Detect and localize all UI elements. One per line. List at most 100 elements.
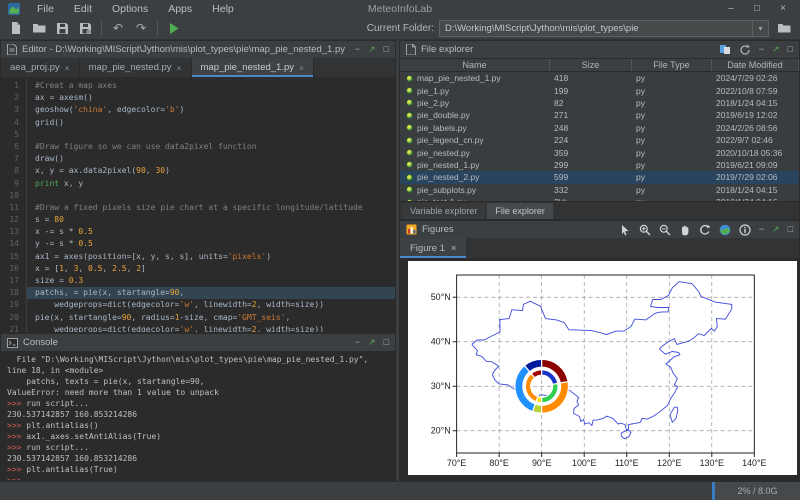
panel-maximize-icon[interactable]: □ [788, 45, 793, 54]
close-icon[interactable]: × [451, 243, 457, 254]
close-button[interactable]: × [770, 1, 796, 17]
table-row[interactable]: pie_nested.py359py2020/10/18 05:36 [400, 146, 799, 158]
column-header[interactable]: File Type [632, 59, 712, 71]
table-row[interactable]: pie_subplots.py332py2018/1/24 04:15 [400, 184, 799, 196]
current-folder-input[interactable] [440, 21, 752, 36]
file-name-cell: pie_1.py [400, 86, 550, 96]
file-name: pie_legend_cn.py [417, 135, 484, 145]
editor-tab[interactable]: map_pie_nested.py × [80, 58, 192, 77]
code-token: geoshow( [35, 105, 74, 114]
panel-float-icon[interactable]: ↗ [772, 45, 780, 54]
figure-canvas-area[interactable]: 70°E80°E90°E100°E110°E120°E130°E140°E20°… [400, 259, 799, 480]
explorer-tab-inactive[interactable]: Variable explorer [402, 203, 485, 219]
menu-item-edit[interactable]: Edit [65, 2, 101, 16]
identify-tool-icon[interactable] [739, 224, 751, 236]
svg-text:50°N: 50°N [431, 292, 451, 302]
panel-minimize-icon[interactable]: − [355, 45, 360, 54]
file-date-cell: 2019/7/29 02:06 [712, 172, 799, 182]
close-icon[interactable]: × [177, 63, 182, 73]
panel-maximize-icon[interactable]: □ [788, 225, 793, 234]
column-header[interactable]: Date Modified [712, 59, 799, 71]
menu-item-help[interactable]: Help [203, 2, 243, 16]
file-size-cell: 199 [550, 86, 632, 96]
memory-indicator[interactable]: 2% / 8.0G [712, 482, 800, 500]
file-date-cell: 2022/9/7 02:46 [712, 135, 799, 145]
main-area: Editor - D:\Working\MIScript\Jython\mis\… [0, 40, 800, 481]
menu-item-file[interactable]: File [28, 2, 63, 16]
table-row[interactable]: pie_nested_1.py299py2019/6/21 09:09 [400, 159, 799, 171]
folder-dropdown-button[interactable]: ▾ [752, 21, 768, 36]
editor-panel: Editor - D:\Working\MIScript\Jython\mis\… [0, 40, 396, 333]
console-line: >>> plt.antialias(True) [7, 464, 395, 475]
close-icon[interactable]: × [299, 63, 304, 73]
panel-minimize-icon[interactable]: − [355, 338, 360, 347]
panel-maximize-icon[interactable]: □ [384, 338, 389, 347]
table-row[interactable]: pie_1.py199py2022/10/8 07:59 [400, 84, 799, 96]
file-name-cell: pie_2.py [400, 98, 550, 108]
figures-header: Figures − ↗ □ [400, 221, 799, 238]
table-row[interactable]: pie_double.py271py2019/6/19 12:02 [400, 109, 799, 121]
code-token: , [180, 288, 185, 297]
minimize-button[interactable]: – [718, 1, 744, 17]
file-explorer-panel: File explorer − ↗ □ NameSizeFile TypeDat… [399, 40, 800, 220]
file-name-cell: pie_subplots.py [400, 185, 550, 195]
rotate-tool-icon[interactable] [699, 224, 711, 236]
editor-tab[interactable]: map_pie_nested_1.py× [192, 58, 314, 77]
figure-tab[interactable]: Figure 1 × [400, 238, 466, 258]
console-line: >>> run script... [7, 398, 395, 409]
table-row[interactable]: pie_legend_cn.py224py2022/9/7 02:46 [400, 134, 799, 146]
table-row[interactable]: pie_2.py82py2018/1/24 04:15 [400, 97, 799, 109]
file-name: pie_nested_1.py [417, 160, 479, 170]
column-header[interactable]: Size [550, 59, 632, 71]
menu-item-options[interactable]: Options [103, 2, 157, 16]
menu-item-apps[interactable]: Apps [159, 2, 201, 16]
figure-canvas[interactable]: 70°E80°E90°E100°E110°E120°E130°E140°E20°… [408, 261, 797, 475]
full-extent-globe-icon[interactable] [719, 224, 731, 236]
code-token: x = [ [35, 264, 59, 273]
refresh-icon[interactable] [739, 44, 751, 56]
file-type-cell: py [632, 160, 712, 170]
editor-tab[interactable]: aea_proj.py× [1, 58, 80, 77]
table-row[interactable]: map_pie_nested_1.py418py2024/7/29 02:26 [400, 72, 799, 84]
maximize-button[interactable]: □ [744, 1, 770, 17]
panel-minimize-icon[interactable]: − [759, 225, 764, 234]
file-date-cell: 2022/10/8 07:59 [712, 86, 799, 96]
new-file-button[interactable] [6, 19, 26, 38]
console-line: patchs, texts = pie(x, startangle=90, [7, 376, 395, 387]
save-button[interactable] [52, 19, 72, 38]
file-explorer-title: File explorer [421, 44, 714, 55]
console-output[interactable]: File "D:\Working\MIScript\Jython\mis\plo… [1, 351, 395, 480]
table-row[interactable]: pie_nested_2.py599py2019/7/29 02:06 [400, 171, 799, 183]
panel-float-icon[interactable]: ↗ [368, 338, 376, 347]
file-size-cell: 82 [550, 98, 632, 108]
panel-float-icon[interactable]: ↗ [772, 225, 780, 234]
pan-tool-icon[interactable] [679, 224, 691, 236]
pointer-tool-icon[interactable] [619, 224, 631, 236]
table-row[interactable]: pie_labels.py248py2024/2/26 08:56 [400, 122, 799, 134]
editor-tab-label: map_pie_nested.py [89, 62, 172, 73]
code-line: geoshow('china', edgecolor='b') [27, 104, 395, 116]
run-script-button[interactable] [164, 19, 184, 38]
save-all-button[interactable] [75, 19, 95, 38]
panel-maximize-icon[interactable]: □ [384, 45, 389, 54]
close-icon[interactable]: × [65, 63, 70, 73]
editor-tab-bar: aea_proj.py×map_pie_nested.py×map_pie_ne… [1, 58, 395, 78]
code-token: ax = axesm() [35, 93, 93, 102]
open-file-button[interactable] [29, 19, 49, 38]
file-size-cell: 599 [550, 172, 632, 182]
zoom-in-tool-icon[interactable] [639, 224, 651, 236]
redo-button[interactable]: ↷ [131, 19, 151, 38]
column-header[interactable]: Name [400, 59, 550, 71]
undo-icon: ↶ [113, 22, 123, 34]
panel-float-icon[interactable]: ↗ [368, 45, 376, 54]
explorer-tab-active[interactable]: File explorer [487, 203, 553, 219]
zoom-out-tool-icon[interactable] [659, 224, 671, 236]
current-folder-combo: ▾ [439, 20, 769, 37]
svg-text:40°N: 40°N [431, 337, 451, 347]
undo-button[interactable]: ↶ [108, 19, 128, 38]
compare-files-icon[interactable] [719, 44, 731, 55]
code-token: , [64, 264, 74, 273]
code-area[interactable]: 123456789101112131415161718192021 #Creat… [1, 78, 395, 332]
browse-folder-button[interactable] [774, 19, 794, 38]
panel-minimize-icon[interactable]: − [759, 45, 764, 54]
